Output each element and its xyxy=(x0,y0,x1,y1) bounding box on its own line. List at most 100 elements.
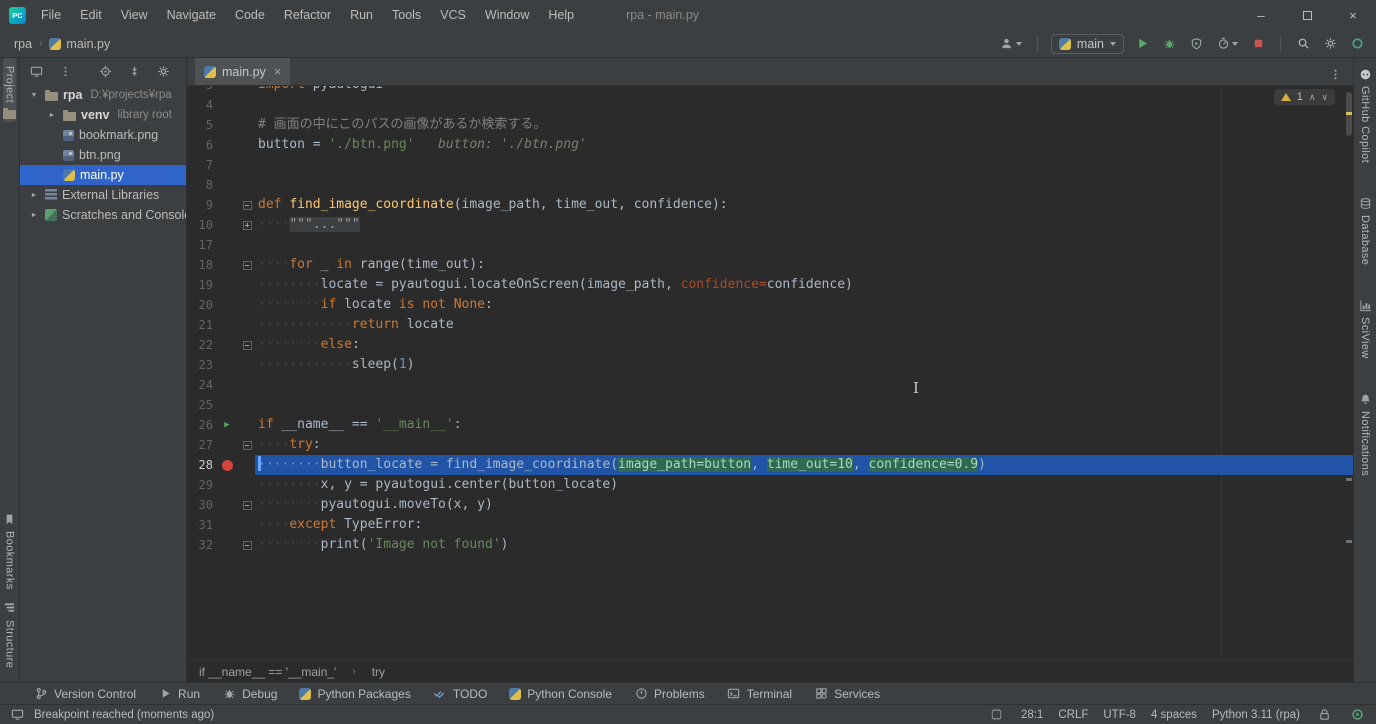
code-text[interactable]: ········pyautogui.moveTo(x, y) xyxy=(255,495,1353,515)
chevron-right-icon[interactable]: ► xyxy=(28,212,40,219)
fold-marker-icon[interactable] xyxy=(243,541,252,550)
menu-edit[interactable]: Edit xyxy=(80,8,102,22)
menu-run[interactable]: Run xyxy=(350,8,373,22)
code-text[interactable]: ····except TypeError: xyxy=(255,515,1353,535)
code-text[interactable]: ········print('Image not found') xyxy=(255,535,1353,555)
tree-item-bookmark-png[interactable]: bookmark.png xyxy=(20,125,186,145)
tree-item-venv[interactable]: ►venvlibrary root xyxy=(20,105,186,125)
fold-marker-icon[interactable] xyxy=(243,221,252,230)
breadcrumb-item-rpa[interactable]: rpa xyxy=(14,37,32,51)
profiler-button[interactable] xyxy=(1214,35,1240,53)
menu-refactor[interactable]: Refactor xyxy=(284,8,331,22)
maximize-button[interactable] xyxy=(1284,0,1330,30)
warning-stripe-mark[interactable] xyxy=(1346,112,1352,115)
chevron-right-icon[interactable]: ► xyxy=(46,112,58,119)
fold-marker-icon[interactable] xyxy=(243,261,252,270)
stripe-button-github-copilot[interactable]: GitHub Copilot xyxy=(1358,64,1372,171)
lock-icon[interactable] xyxy=(1315,706,1333,724)
code-text[interactable]: ········if locate is not None: xyxy=(255,295,1353,315)
code-text[interactable]: import pyautogui xyxy=(255,86,1353,95)
line-separator[interactable]: CRLF xyxy=(1058,709,1088,721)
indent-style[interactable]: 4 spaces xyxy=(1151,709,1197,721)
caret-position[interactable]: 28:1 xyxy=(1021,709,1043,721)
code-text[interactable]: ········x, y = pyautogui.center(button_l… xyxy=(255,475,1353,495)
chevron-down-icon[interactable]: ▼ xyxy=(28,92,40,99)
inspection-widget[interactable]: 1 ∧ ∨ xyxy=(1274,89,1335,105)
editor-breadcrumb-item[interactable]: if __name__ == '__main_' xyxy=(199,665,336,679)
tool-window-switcher-icon[interactable] xyxy=(8,706,26,724)
select-opened-file-button[interactable] xyxy=(96,63,114,81)
plugin-status-icon[interactable] xyxy=(1348,35,1366,53)
menu-navigate[interactable]: Navigate xyxy=(167,8,216,22)
stop-button[interactable] xyxy=(1249,35,1267,53)
code-text[interactable]: if __name__ == '__main__': xyxy=(255,415,1353,435)
project-options-button[interactable] xyxy=(56,63,74,81)
memory-indicator-icon[interactable] xyxy=(988,706,1006,724)
code-text[interactable]: ········else: xyxy=(255,335,1353,355)
tree-item-scratches-and-consoles[interactable]: ►Scratches and Consoles xyxy=(20,205,186,225)
stripe-button-project[interactable]: Project xyxy=(3,58,16,122)
tree-item-external-libraries[interactable]: ►External Libraries xyxy=(20,185,186,205)
menu-file[interactable]: File xyxy=(41,8,61,22)
file-encoding[interactable]: UTF-8 xyxy=(1103,709,1136,721)
run-configuration-select[interactable]: main xyxy=(1051,34,1124,54)
code-text[interactable] xyxy=(255,375,1353,395)
copilot-status-icon[interactable] xyxy=(1348,706,1366,724)
code-text[interactable]: ········button_locate = find_image_coord… xyxy=(255,455,1353,475)
tree-item-btn-png[interactable]: btn.png xyxy=(20,145,186,165)
python-interpreter[interactable]: Python 3.11 (rpa) xyxy=(1212,709,1300,721)
code-text[interactable]: ····for _ in range(time_out): xyxy=(255,255,1353,275)
tool-window-button-debug[interactable]: Debug xyxy=(222,687,277,701)
stripe-button-notifications[interactable]: Notifications xyxy=(1358,389,1372,484)
project-view-icon[interactable] xyxy=(27,63,45,81)
run-button[interactable] xyxy=(1133,35,1151,53)
close-button[interactable]: × xyxy=(1330,0,1376,30)
code-text[interactable]: # 画面の中にこのパスの画像があるか検索する。 xyxy=(255,115,1353,135)
code-text[interactable]: ············sleep(1) xyxy=(255,355,1353,375)
menu-code[interactable]: Code xyxy=(235,8,265,22)
tree-item-main-py[interactable]: main.py xyxy=(20,165,186,185)
fold-marker-icon[interactable] xyxy=(243,341,252,350)
settings-button[interactable] xyxy=(1321,35,1339,53)
tool-window-button-terminal[interactable]: Terminal xyxy=(727,687,792,701)
tool-window-button-problems[interactable]: Problems xyxy=(634,687,705,701)
tool-window-button-python-packages[interactable]: Python Packages xyxy=(299,687,410,701)
code-text[interactable]: ····try: xyxy=(255,435,1353,455)
code-text[interactable]: button = './btn.png' button: './btn.png' xyxy=(255,135,1353,155)
code-text[interactable]: def find_image_coordinate(image_path, ti… xyxy=(255,195,1353,215)
chevron-right-icon[interactable]: ► xyxy=(28,192,40,199)
code-editor[interactable]: 3import pyautogui45# 画面の中にこのパスの画像があるか検索す… xyxy=(187,86,1353,660)
tool-window-button-todo[interactable]: TODO xyxy=(433,687,487,701)
code-text[interactable] xyxy=(255,395,1353,415)
tool-window-button-run[interactable]: Run xyxy=(158,687,200,701)
stripe-mark[interactable] xyxy=(1346,478,1352,481)
stripe-button-sciview[interactable]: SciView xyxy=(1358,295,1372,367)
breadcrumb-item-main-py[interactable]: main.py xyxy=(49,37,110,51)
project-settings-button[interactable] xyxy=(154,63,172,81)
tool-window-button-python-console[interactable]: Python Console xyxy=(509,687,612,701)
fold-marker-icon[interactable] xyxy=(243,441,252,450)
run-with-coverage-button[interactable] xyxy=(1187,35,1205,53)
code-text[interactable] xyxy=(255,95,1353,115)
stripe-button-database[interactable]: Database xyxy=(1358,193,1372,273)
next-problem-icon[interactable]: ∨ xyxy=(1321,92,1328,103)
menu-vcs[interactable]: VCS xyxy=(440,8,466,22)
code-text[interactable] xyxy=(255,175,1353,195)
tool-window-button-version-control[interactable]: Version Control xyxy=(34,687,136,701)
tab-options-button[interactable] xyxy=(1326,65,1344,83)
code-text[interactable]: ····"""...""" xyxy=(255,215,1353,235)
menu-view[interactable]: View xyxy=(121,8,148,22)
collapse-all-button[interactable] xyxy=(125,63,143,81)
code-text[interactable] xyxy=(255,235,1353,255)
tree-item-rpa[interactable]: ▼rpaD:¥projects¥rpa xyxy=(20,85,186,105)
menu-tools[interactable]: Tools xyxy=(392,8,421,22)
fold-marker-icon[interactable] xyxy=(243,501,252,510)
code-text[interactable]: ········locate = pyautogui.locateOnScree… xyxy=(255,275,1353,295)
code-text[interactable]: ············return locate xyxy=(255,315,1353,335)
run-line-icon[interactable]: ▶ xyxy=(224,415,229,435)
prev-problem-icon[interactable]: ∧ xyxy=(1309,92,1316,103)
users-button[interactable] xyxy=(998,35,1024,53)
code-text[interactable] xyxy=(255,155,1353,175)
tab-main-py[interactable]: main.py × xyxy=(195,58,290,85)
stripe-button-bookmarks[interactable]: Bookmarks xyxy=(3,509,17,598)
